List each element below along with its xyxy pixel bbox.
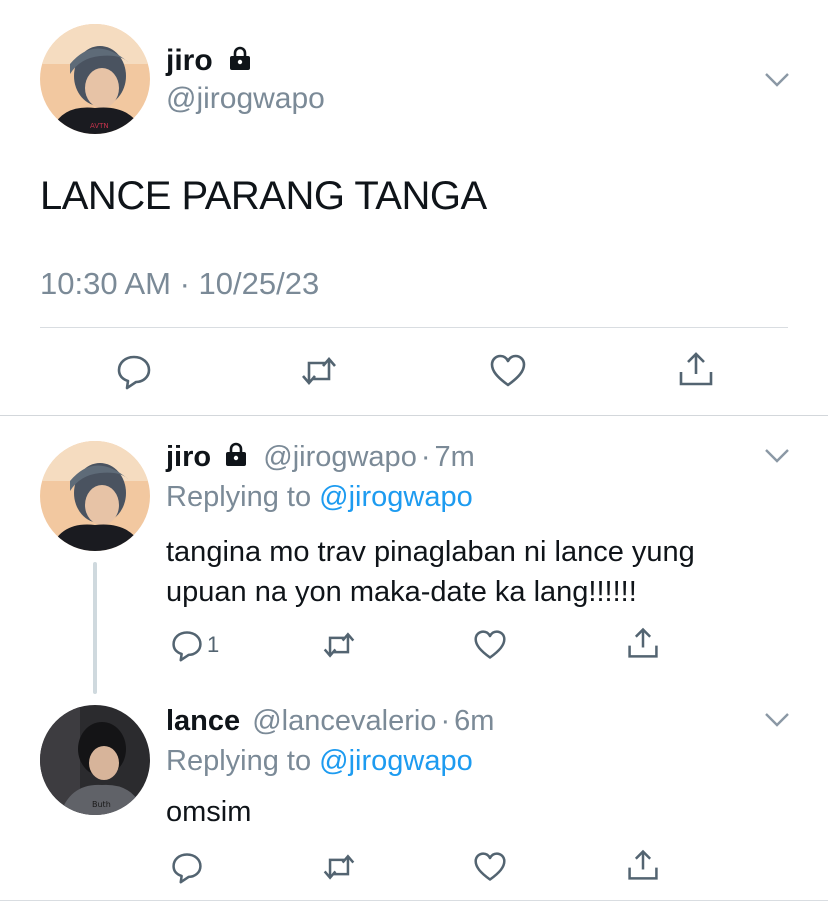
replying-to-label: Replying to xyxy=(166,481,312,513)
chevron-down-icon[interactable] xyxy=(764,710,790,728)
separator-dot: · xyxy=(440,705,451,737)
tweet-text-line: omsim xyxy=(166,796,252,828)
share-icon[interactable] xyxy=(626,626,660,660)
author-name[interactable]: jiro xyxy=(166,44,213,77)
retweet-icon[interactable] xyxy=(300,352,338,390)
heart-icon[interactable] xyxy=(489,352,527,390)
share-icon[interactable] xyxy=(677,350,715,388)
replying-to-label: Replying to xyxy=(166,745,312,777)
replying-to-handle[interactable]: @jirogwapo xyxy=(319,481,473,513)
divider xyxy=(40,327,788,328)
author-handle[interactable]: @lancevalerio xyxy=(252,705,436,737)
separator-dot: · xyxy=(420,441,431,473)
share-icon[interactable] xyxy=(626,848,660,882)
tweet-timestamp[interactable]: 10:30 AM · 10/25/23 xyxy=(40,266,319,302)
lock-icon xyxy=(227,45,253,79)
retweet-icon[interactable] xyxy=(322,628,356,662)
author-handle[interactable]: @jirogwapo xyxy=(166,82,325,116)
tweet-time[interactable]: 7m xyxy=(435,441,475,473)
reply-count: 1 xyxy=(207,632,220,657)
lock-icon xyxy=(223,441,249,475)
tweet-text-line: tangina mo trav pinaglaban ni lance yung xyxy=(166,536,695,568)
svg-text:Buth: Buth xyxy=(92,800,111,809)
avatar-jiro[interactable] xyxy=(40,441,150,551)
avatar-jiro[interactable]: AVTN xyxy=(40,24,150,134)
author-name[interactable]: lance xyxy=(166,705,240,737)
retweet-icon[interactable] xyxy=(322,850,356,884)
author-name[interactable]: jiro xyxy=(166,441,211,473)
thread-line xyxy=(93,562,97,694)
reply-icon[interactable] xyxy=(115,352,153,390)
svg-text:AVTN: AVTN xyxy=(90,122,109,130)
reply-icon[interactable] xyxy=(170,628,204,662)
heart-icon[interactable] xyxy=(473,850,507,884)
tweet-text: LANCE PARANG TANGA xyxy=(40,174,487,218)
avatar-lance[interactable]: Buth xyxy=(40,705,150,815)
reply-icon[interactable] xyxy=(170,850,204,884)
section-divider xyxy=(0,415,828,416)
bottom-divider xyxy=(0,900,828,901)
author-handle[interactable]: @jirogwapo xyxy=(263,441,417,473)
chevron-down-icon[interactable] xyxy=(764,70,790,88)
replying-to-handle[interactable]: @jirogwapo xyxy=(319,745,473,777)
chevron-down-icon[interactable] xyxy=(764,446,790,464)
tweet-text-line: upuan na yon maka-date ka lang!!!!!! xyxy=(166,576,637,608)
tweet-time[interactable]: 6m xyxy=(454,705,494,737)
heart-icon[interactable] xyxy=(473,628,507,662)
